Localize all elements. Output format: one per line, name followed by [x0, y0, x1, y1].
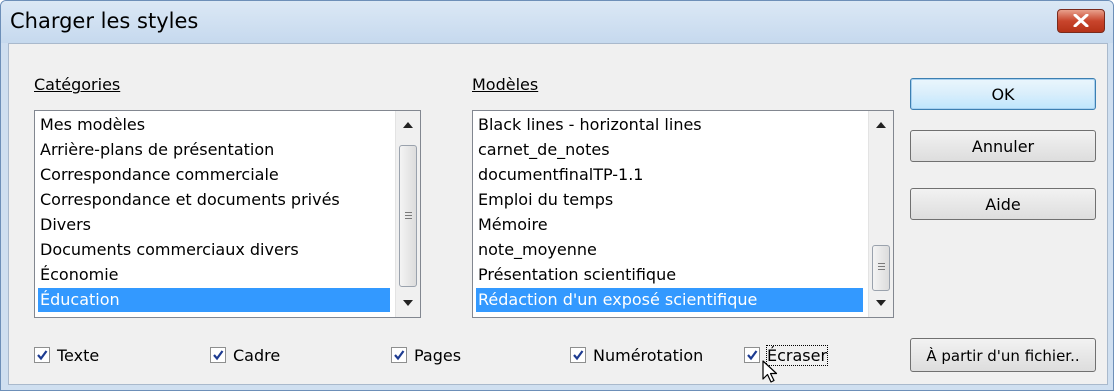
list-item[interactable]: Éducation: [38, 288, 390, 312]
checkmark-icon: [747, 350, 758, 361]
models-label: Modèles: [472, 75, 539, 94]
checkbox-box[interactable]: [570, 347, 586, 363]
option-label: Numérotation: [593, 346, 704, 365]
list-item[interactable]: Présentation scientifique: [476, 263, 863, 287]
option-label: Texte: [57, 346, 100, 365]
models-scrollbar[interactable]: [868, 111, 893, 317]
categories-scroll-thumb[interactable]: [399, 145, 417, 287]
mouse-cursor-icon: [762, 360, 778, 383]
checkbox-box[interactable]: [210, 347, 226, 363]
option-label: Pages: [414, 346, 462, 365]
categories-label: Catégories: [34, 75, 121, 94]
list-item[interactable]: Mémoire: [476, 213, 863, 237]
list-item[interactable]: Arrière-plans de présentation: [38, 138, 390, 162]
close-icon: [1073, 14, 1089, 27]
list-item[interactable]: Correspondance commerciale: [38, 163, 390, 187]
list-item[interactable]: documentfinalTP-1.1: [476, 163, 863, 187]
list-item[interactable]: carnet_de_notes: [476, 138, 863, 162]
checkmark-icon: [573, 350, 584, 361]
cancel-button[interactable]: Annuler: [910, 130, 1096, 162]
scroll-up-arrow-icon[interactable]: [876, 122, 886, 128]
checkbox-box[interactable]: [34, 347, 50, 363]
from-file-button[interactable]: À partir d'un fichier..: [910, 338, 1096, 372]
dialog-title: Charger les styles: [10, 9, 199, 33]
scroll-down-arrow-icon[interactable]: [403, 300, 413, 306]
models-listbox[interactable]: Black lines - horizontal lines carnet_de_…: [472, 110, 894, 318]
list-item[interactable]: Divers: [38, 213, 390, 237]
help-button[interactable]: Aide: [910, 188, 1096, 220]
scroll-up-arrow-icon[interactable]: [403, 122, 413, 128]
list-item[interactable]: Documents commerciaux divers: [38, 238, 390, 262]
models-scroll-thumb[interactable]: [872, 245, 890, 291]
list-item[interactable]: Mes modèles: [38, 113, 390, 137]
list-item[interactable]: Black lines - horizontal lines: [476, 113, 863, 137]
list-item[interactable]: Correspondance et documents privés: [38, 188, 390, 212]
checkmark-icon: [37, 350, 48, 361]
checkmark-icon: [213, 350, 224, 361]
list-item[interactable]: Emploi du temps: [476, 188, 863, 212]
list-item[interactable]: Économie: [38, 263, 390, 287]
close-button[interactable]: [1057, 9, 1105, 33]
scroll-down-arrow-icon[interactable]: [876, 300, 886, 306]
list-item[interactable]: Rédaction d'un exposé scientifique: [476, 288, 863, 312]
list-item[interactable]: note_moyenne: [476, 238, 863, 262]
dialog-body: Catégories Mes modèles Arrière-plans de p…: [8, 43, 1108, 385]
categories-listbox[interactable]: Mes modèles Arrière-plans de présentation…: [34, 110, 421, 318]
categories-scrollbar[interactable]: [395, 111, 420, 317]
title-bar[interactable]: Charger les styles: [1, 1, 1113, 43]
ok-button[interactable]: OK: [910, 78, 1096, 110]
load-styles-dialog: Charger les styles Catégories Mes modèle…: [0, 0, 1114, 391]
checkmark-icon: [394, 350, 405, 361]
option-label: Cadre: [233, 346, 281, 365]
checkbox-box[interactable]: [391, 347, 407, 363]
checkbox-box[interactable]: [744, 347, 760, 363]
